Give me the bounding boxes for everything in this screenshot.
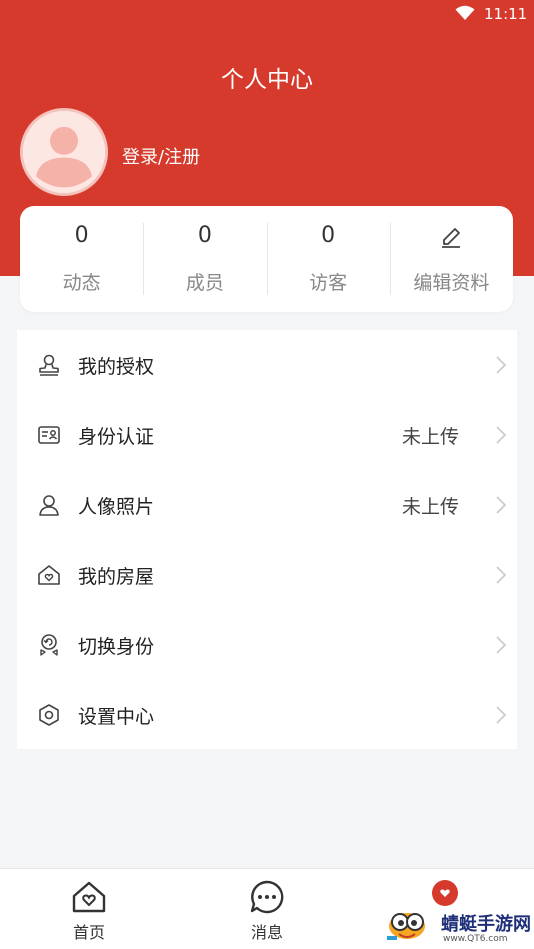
menu-item-label: 切换身份: [78, 635, 155, 658]
chevron-right-icon: [496, 706, 507, 724]
edit-icon: [442, 228, 461, 248]
switch-user-icon: [37, 633, 61, 657]
menu-item-value: 未上传: [401, 425, 459, 448]
watermark: 蜻蜓手游网 www.QT6.com: [385, 878, 534, 948]
tab-messages[interactable]: 消息: [178, 869, 356, 949]
tab-label: 消息: [250, 923, 283, 942]
stat-label: 成员: [185, 272, 224, 294]
menu-item-label: 设置中心: [78, 705, 155, 728]
chevron-right-icon: [496, 496, 507, 514]
menu-item-portrait[interactable]: 人像照片 未上传: [17, 470, 517, 540]
wifi-icon: [455, 5, 475, 20]
settings-icon: [37, 703, 61, 727]
menu-item-switch-identity[interactable]: 切换身份: [17, 610, 517, 680]
edit-profile-button[interactable]: 编辑资料: [389, 223, 513, 295]
dragonfly-logo-icon: [387, 913, 425, 940]
tab-home[interactable]: 首页: [0, 869, 178, 949]
menu-item-label: 我的房屋: [78, 565, 155, 588]
status-time: 11:11: [484, 5, 528, 23]
chevron-right-icon: [496, 566, 507, 584]
stat-value: 0: [321, 223, 336, 248]
stat-label: 访客: [309, 272, 348, 294]
menu-item-label: 我的授权: [78, 355, 155, 378]
message-icon: [250, 880, 284, 914]
chevron-right-icon: [496, 356, 507, 374]
menu-item-label: 人像照片: [78, 495, 155, 518]
stat-value: 0: [197, 223, 212, 248]
watermark-text: 蜻蜓手游网: [441, 914, 531, 935]
stat-posts[interactable]: 0 动态: [20, 223, 143, 295]
stat-visitors[interactable]: 0 访客: [266, 223, 390, 295]
login-register-link[interactable]: 登录/注册: [122, 143, 200, 169]
stats-card: 0 动态 0 成员 0 访客 编辑资料: [20, 206, 513, 312]
edit-profile-label: 编辑资料: [413, 272, 490, 294]
menu-item-identity[interactable]: 身份认证 未上传: [17, 400, 517, 470]
tab-label: 首页: [72, 923, 105, 942]
stamp-icon: [37, 353, 61, 377]
avatar[interactable]: [20, 108, 108, 196]
menu-item-label: 身份认证: [78, 425, 155, 448]
chevron-right-icon: [496, 426, 507, 444]
default-avatar-icon: [23, 111, 105, 193]
chevron-right-icon: [496, 636, 507, 654]
menu-item-my-house[interactable]: 我的房屋: [17, 540, 517, 610]
stat-value: 0: [74, 223, 89, 248]
menu-item-settings[interactable]: 设置中心: [17, 680, 517, 750]
person-icon: [37, 493, 61, 517]
menu-item-authorization[interactable]: 我的授权: [17, 330, 517, 400]
settings-menu: 我的授权 身份认证 未上传 人像照片 未上传 我的房屋 切换身份 设置中心: [17, 330, 517, 749]
menu-item-value: 未上传: [401, 495, 459, 518]
status-bar: 11:11: [0, 0, 534, 28]
house-icon: [37, 563, 61, 587]
watermark-url: www.QT6.com: [443, 934, 508, 944]
stat-members[interactable]: 0 成员: [143, 223, 266, 295]
home-icon: [72, 881, 106, 913]
page-title: 个人中心: [221, 67, 313, 93]
id-card-icon: [37, 423, 61, 447]
stat-label: 动态: [62, 272, 101, 294]
